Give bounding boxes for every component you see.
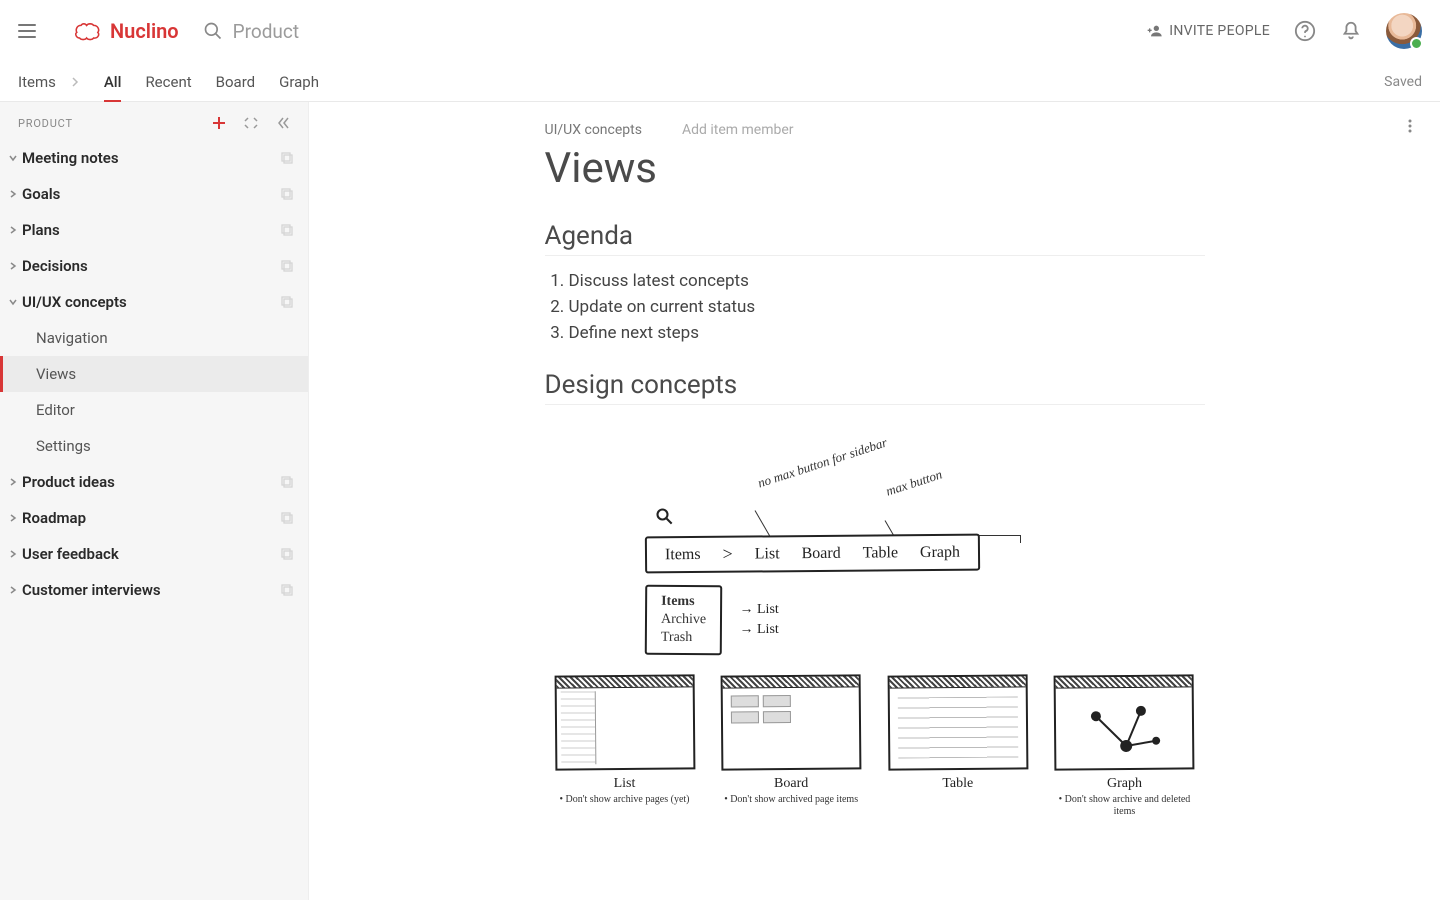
sidebar-item[interactable]: Product ideas: [0, 464, 308, 500]
tab-recent[interactable]: Recent: [145, 62, 191, 101]
sidebar-item[interactable]: Meeting notes: [0, 140, 308, 176]
concepts-heading: Design concepts: [545, 370, 1205, 405]
doc-title[interactable]: Views: [545, 144, 1205, 193]
sidebar-child-item[interactable]: Editor: [0, 392, 308, 428]
design-sketch: no max button for sidebar max button Ite…: [555, 435, 1195, 818]
brand-logo[interactable]: Nuclino: [74, 19, 179, 43]
help-button[interactable]: [1294, 20, 1316, 42]
brand-name: Nuclino: [110, 19, 179, 43]
person-add-icon: [1147, 23, 1163, 39]
save-status: Saved: [1384, 74, 1422, 90]
sketch-thumb: Table: [888, 675, 1028, 818]
sidebar-item[interactable]: UI/UX concepts: [0, 284, 308, 320]
doc-more-menu[interactable]: [1402, 118, 1418, 138]
sketch-thumb: Graph• Don't show archive and deleted it…: [1054, 675, 1194, 818]
more-vertical-icon: [1402, 118, 1418, 134]
sidebar: PRODUCT Meeting notesGoalsPlansDecisions…: [0, 102, 309, 900]
bell-icon: [1340, 20, 1362, 42]
invite-people-button[interactable]: INVITE PEOPLE: [1147, 23, 1270, 39]
tab-all[interactable]: All: [104, 62, 122, 101]
sidebar-child-item[interactable]: Views: [0, 356, 308, 392]
sketch-dropdown: Items Archive Trash: [644, 585, 722, 656]
sidebar-title: PRODUCT: [18, 117, 73, 130]
agenda-item[interactable]: Define next steps: [569, 320, 1205, 346]
sidebar-item[interactable]: Decisions: [0, 248, 308, 284]
add-item-member[interactable]: Add item member: [682, 122, 794, 138]
menu-button[interactable]: [18, 19, 42, 43]
sidebar-item[interactable]: Goals: [0, 176, 308, 212]
sketch-annotation: max button: [883, 466, 943, 499]
brain-icon: [74, 20, 102, 42]
sketch-thumb: Board• Don't show archived page items: [721, 675, 861, 818]
sidebar-item[interactable]: Plans: [0, 212, 308, 248]
add-item-button[interactable]: [212, 116, 226, 130]
tab-board[interactable]: Board: [216, 62, 255, 101]
agenda-heading: Agenda: [545, 221, 1205, 256]
sketch-annotation: no max button for sidebar: [755, 435, 888, 492]
help-icon: [1294, 20, 1316, 42]
user-avatar[interactable]: [1386, 13, 1422, 49]
sidebar-child-item[interactable]: Navigation: [0, 320, 308, 356]
search-field[interactable]: Product: [203, 20, 299, 43]
notifications-button[interactable]: [1340, 20, 1362, 42]
search-placeholder: Product: [233, 20, 299, 43]
sketch-arrows: → List → List: [740, 600, 779, 640]
sketch-thumb: List• Don't show archive pages (yet): [555, 675, 695, 818]
search-icon: [203, 21, 223, 41]
sidebar-item[interactable]: User feedback: [0, 536, 308, 572]
breadcrumb-root[interactable]: Items: [18, 73, 56, 91]
sketch-tabs-bar: Items > List Board Table Graph: [644, 534, 979, 574]
doc-parent-crumb[interactable]: UI/UX concepts: [545, 122, 642, 138]
tab-graph[interactable]: Graph: [279, 62, 319, 101]
agenda-item[interactable]: Update on current status: [569, 294, 1205, 320]
sidebar-child-item[interactable]: Settings: [0, 428, 308, 464]
sidebar-item[interactable]: Roadmap: [0, 500, 308, 536]
agenda-item[interactable]: Discuss latest concepts: [569, 268, 1205, 294]
chevron-right-icon: [70, 77, 80, 87]
agenda-list[interactable]: Discuss latest conceptsUpdate on current…: [545, 268, 1205, 346]
collapse-sidebar-icon[interactable]: [276, 116, 290, 130]
sidebar-item[interactable]: Customer interviews: [0, 572, 308, 608]
expand-icon[interactable]: [244, 116, 258, 130]
sketch-search-icon: [655, 507, 675, 527]
